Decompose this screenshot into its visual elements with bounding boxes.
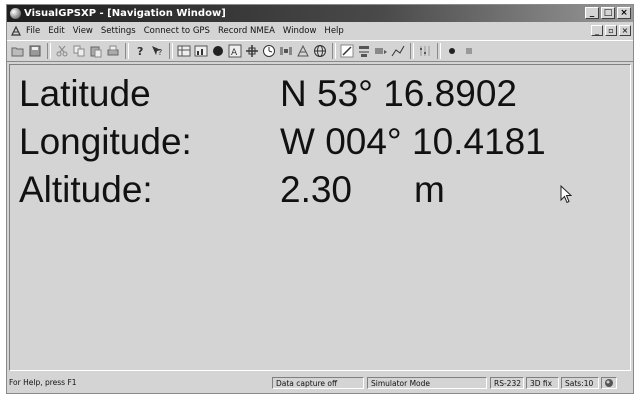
- latitude-value: N 53° 16.8902: [280, 73, 517, 114]
- stop-icon[interactable]: [462, 44, 476, 58]
- mdi-restore-button[interactable]: ▫: [605, 25, 617, 36]
- altitude-unit: m: [414, 169, 445, 210]
- mdi-controls: _ ▫ ×: [591, 25, 631, 36]
- status-fix: 3D fix: [526, 377, 559, 389]
- status-bar: For Help, press F1 Data capture off Simu…: [7, 373, 633, 393]
- mdi-minimize-button[interactable]: _: [591, 25, 603, 36]
- paint-icon[interactable]: [374, 44, 388, 58]
- status-port: RS-232: [490, 377, 524, 389]
- paste-icon[interactable]: [89, 44, 103, 58]
- status-mode: Simulator Mode: [367, 377, 487, 389]
- navigation-panel: Latitude N 53° 16.8902 Longitude: W 004°…: [9, 64, 631, 371]
- help-icon[interactable]: ?: [133, 44, 147, 58]
- main-window: VisualGPSXP - [Navigation Window] _ □ × …: [6, 4, 634, 394]
- settings-icon[interactable]: [418, 44, 432, 58]
- menu-help[interactable]: Help: [324, 26, 343, 36]
- record-icon[interactable]: [445, 44, 459, 58]
- menu-bar: File Edit View Settings Connect to GPS R…: [7, 22, 633, 40]
- chart-icon[interactable]: [194, 44, 208, 58]
- menu-record-nmea[interactable]: Record NMEA: [218, 26, 275, 36]
- pencil-icon[interactable]: [340, 44, 354, 58]
- menu-settings[interactable]: Settings: [101, 26, 136, 36]
- globe-icon[interactable]: [313, 44, 327, 58]
- cut-icon[interactable]: [55, 44, 69, 58]
- status-sats: Sats:10: [561, 377, 599, 389]
- toolbar-separator: [169, 43, 173, 59]
- latitude-label: Latitude: [19, 73, 151, 114]
- record-dot-icon[interactable]: [211, 44, 225, 58]
- altitude-value: 2.30: [280, 169, 353, 210]
- status-data-capture: Data capture off: [272, 377, 364, 389]
- status-indicator-icon: [601, 377, 617, 389]
- menu-file[interactable]: File: [26, 26, 40, 36]
- toolbar-separator: [125, 43, 129, 59]
- open-icon[interactable]: [11, 44, 25, 58]
- azimuth-icon[interactable]: A: [228, 44, 242, 58]
- close-button[interactable]: ×: [617, 7, 631, 19]
- menu-view[interactable]: View: [73, 26, 93, 36]
- crosshair-icon[interactable]: [245, 44, 259, 58]
- clock-icon[interactable]: [262, 44, 276, 58]
- mdi-close-button[interactable]: ×: [619, 25, 631, 36]
- svg-text:?: ?: [137, 45, 143, 58]
- line-icon[interactable]: [391, 44, 405, 58]
- save-icon[interactable]: [28, 44, 42, 58]
- minimize-button[interactable]: _: [585, 7, 599, 19]
- toolbar-separator: [332, 43, 336, 59]
- grid-icon[interactable]: [177, 44, 191, 58]
- toolbar-separator: [47, 43, 51, 59]
- context-help-icon[interactable]: ?: [150, 44, 164, 58]
- longitude-label: Longitude:: [19, 121, 192, 162]
- window-controls: _ □ ×: [585, 7, 631, 19]
- window-title: VisualGPSXP - [Navigation Window]: [24, 8, 226, 19]
- svg-text:A: A: [231, 48, 238, 58]
- menu-connect-to-gps[interactable]: Connect to GPS: [144, 26, 210, 36]
- print-icon[interactable]: [106, 44, 120, 58]
- svg-text:?: ?: [158, 48, 162, 57]
- toolbar: ? ? A: [7, 40, 633, 62]
- menu-window[interactable]: Window: [283, 26, 317, 36]
- copy-icon[interactable]: [72, 44, 86, 58]
- maximize-button[interactable]: □: [601, 7, 615, 19]
- title-bar[interactable]: VisualGPSXP - [Navigation Window] _ □ ×: [7, 5, 633, 22]
- menu-edit[interactable]: Edit: [48, 26, 64, 36]
- survey-icon[interactable]: [296, 44, 310, 58]
- status-help-text: For Help, press F1: [9, 378, 77, 387]
- longitude-value: W 004° 10.4181: [280, 121, 546, 162]
- mouse-pointer-icon: [560, 184, 574, 209]
- altitude-label: Altitude:: [19, 169, 153, 210]
- toolbar-separator: [410, 43, 414, 59]
- toolbar-separator: [437, 43, 441, 59]
- list-icon[interactable]: [357, 44, 371, 58]
- document-window-icon[interactable]: [10, 25, 22, 37]
- app-globe-icon[interactable]: [10, 8, 21, 19]
- satellite-icon[interactable]: [279, 44, 293, 58]
